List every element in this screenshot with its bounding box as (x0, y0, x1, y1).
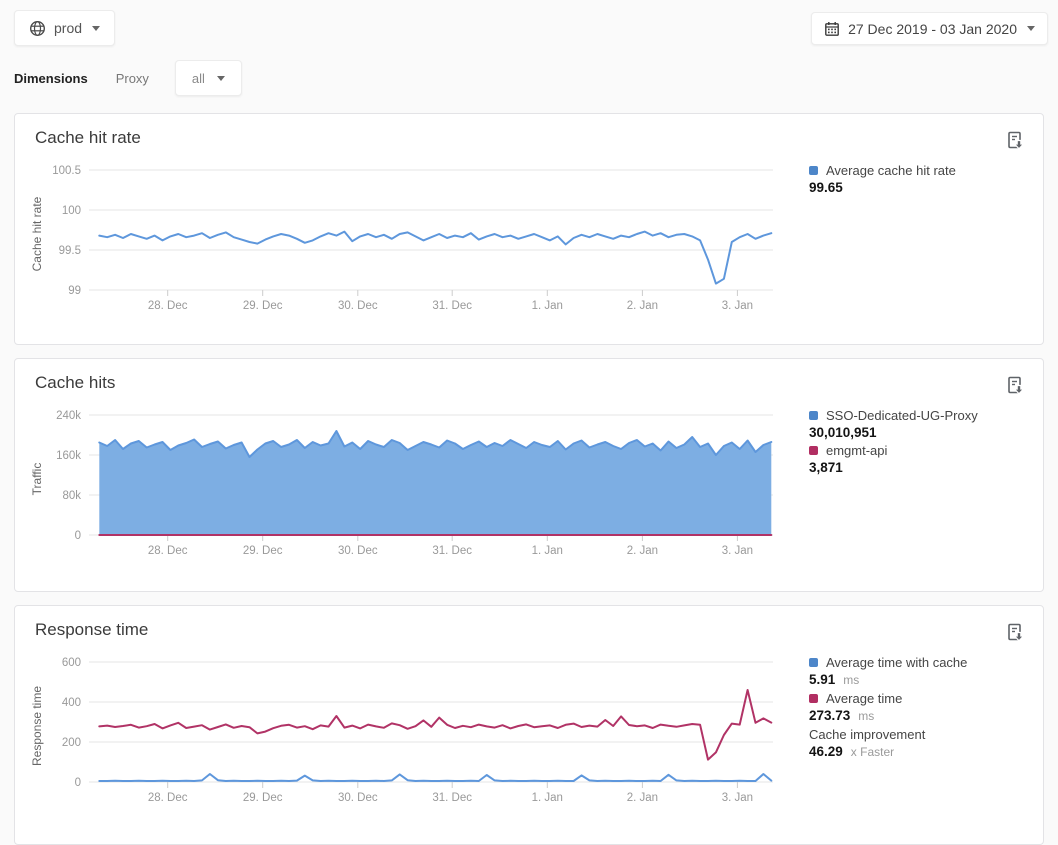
legend-value: 273.73 (809, 708, 850, 723)
svg-text:100: 100 (62, 205, 81, 217)
chevron-down-icon (92, 26, 100, 31)
legend-unit: ms (858, 709, 874, 723)
svg-text:30. Dec: 30. Dec (338, 545, 378, 557)
cache-hits-chart[interactable]: 240k 160k 80k 0 28. Dec 29. Dec 30. Dec 31. Dec… (15, 407, 795, 559)
svg-text:1. Jan: 1. Jan (532, 545, 563, 557)
legend-label: Cache improvement (809, 726, 925, 743)
legend-swatch (809, 411, 818, 420)
cache-hits-panel: Cache hits 240k 160k 80k 0 28. Dec 29. Dec 30.… (14, 358, 1044, 592)
legend-entry: Average cache hit rate 99.65 (809, 162, 1035, 196)
panel-title: Cache hit rate (35, 128, 141, 148)
proxy-filter-select[interactable]: all (175, 60, 242, 96)
legend-swatch (809, 694, 818, 703)
svg-text:160k: 160k (56, 450, 81, 462)
proxy-filter-label: Proxy (116, 71, 149, 86)
legend-entry: SSO-Dedicated-UG-Proxy 30,010,951 (809, 407, 1035, 441)
date-range-label: 27 Dec 2019 - 03 Jan 2020 (848, 21, 1017, 37)
response-time-panel: Response time 600 400 200 0 28. Dec 29. Dec 30… (14, 605, 1044, 845)
legend-label: emgmt-api (826, 442, 887, 459)
chevron-down-icon (1027, 26, 1035, 31)
proxy-filter-value: all (192, 71, 205, 86)
svg-text:80k: 80k (62, 490, 81, 502)
svg-text:28. Dec: 28. Dec (148, 545, 188, 557)
svg-text:Traffic: Traffic (30, 463, 44, 496)
legend-value: 30,010,951 (809, 425, 877, 440)
svg-text:30. Dec: 30. Dec (338, 792, 378, 804)
dimensions-label: Dimensions (14, 71, 88, 86)
svg-text:29. Dec: 29. Dec (243, 792, 283, 804)
filter-bar: Dimensions Proxy all (14, 60, 242, 96)
legend-label: Average time with cache (826, 654, 967, 671)
legend-unit: ms (843, 673, 859, 687)
cache-hit-rate-panel: Cache hit rate 100.5 100 99.5 99 28. Dec 29. … (14, 113, 1044, 345)
calendar-icon (824, 21, 840, 37)
legend-value: 99.65 (809, 180, 843, 195)
svg-text:29. Dec: 29. Dec (243, 300, 283, 312)
svg-text:30. Dec: 30. Dec (338, 300, 378, 312)
svg-text:1. Jan: 1. Jan (532, 792, 563, 804)
legend-label: Average time (826, 690, 902, 707)
download-report-icon[interactable] (1005, 375, 1027, 397)
panel-title: Response time (35, 620, 148, 640)
globe-icon (29, 20, 46, 37)
svg-text:2. Jan: 2. Jan (627, 792, 658, 804)
legend-unit: x Faster (851, 745, 894, 759)
svg-text:0: 0 (75, 777, 81, 789)
legend-entry: Average time with cache 5.91 ms (809, 654, 1035, 689)
svg-text:99: 99 (68, 285, 81, 297)
legend-value: 5.91 (809, 672, 835, 687)
svg-text:31. Dec: 31. Dec (432, 300, 472, 312)
download-report-icon[interactable] (1005, 130, 1027, 152)
svg-text:29. Dec: 29. Dec (243, 545, 283, 557)
environment-select[interactable]: prod (14, 10, 115, 46)
legend-swatch (809, 166, 818, 175)
chevron-down-icon (217, 76, 225, 81)
svg-text:2. Jan: 2. Jan (627, 300, 658, 312)
environment-label: prod (54, 20, 82, 36)
date-range-select[interactable]: 27 Dec 2019 - 03 Jan 2020 (811, 12, 1048, 45)
svg-text:3. Jan: 3. Jan (722, 792, 753, 804)
svg-text:1. Jan: 1. Jan (532, 300, 563, 312)
svg-text:99.5: 99.5 (59, 245, 81, 257)
legend-value: 46.29 (809, 744, 843, 759)
legend-label: SSO-Dedicated-UG-Proxy (826, 407, 978, 424)
panel-title: Cache hits (35, 373, 115, 393)
legend-value: 3,871 (809, 460, 843, 475)
svg-text:240k: 240k (56, 410, 81, 422)
svg-text:600: 600 (62, 657, 81, 669)
svg-text:Cache hit rate: Cache hit rate (30, 196, 44, 271)
svg-text:31. Dec: 31. Dec (432, 545, 472, 557)
chart-legend: Average cache hit rate 99.65 (809, 162, 1035, 197)
svg-text:28. Dec: 28. Dec (148, 300, 188, 312)
legend-label: Average cache hit rate (826, 162, 956, 179)
legend-entry: emgmt-api 3,871 (809, 442, 1035, 476)
legend-entry: Average time 273.73 ms (809, 690, 1035, 725)
svg-text:100.5: 100.5 (52, 165, 81, 177)
download-report-icon[interactable] (1005, 622, 1027, 644)
legend-swatch (809, 658, 818, 667)
chart-legend: SSO-Dedicated-UG-Proxy 30,010,951 emgmt-… (809, 407, 1035, 477)
response-time-chart[interactable]: 600 400 200 0 28. Dec 29. Dec 30. Dec 31. Dec 1.… (15, 654, 795, 806)
legend-entry: Cache improvement 46.29 x Faster (809, 726, 1035, 761)
svg-text:400: 400 (62, 697, 81, 709)
svg-text:200: 200 (62, 737, 81, 749)
svg-text:3. Jan: 3. Jan (722, 545, 753, 557)
legend-swatch (809, 446, 818, 455)
svg-text:28. Dec: 28. Dec (148, 792, 188, 804)
svg-text:0: 0 (75, 530, 81, 542)
cache-hit-rate-chart[interactable]: 100.5 100 99.5 99 28. Dec 29. Dec 30. Dec 31. D… (15, 162, 795, 314)
svg-text:3. Jan: 3. Jan (722, 300, 753, 312)
svg-text:31. Dec: 31. Dec (432, 792, 472, 804)
svg-text:Response time: Response time (30, 686, 44, 766)
svg-text:2. Jan: 2. Jan (627, 545, 658, 557)
chart-legend: Average time with cache 5.91 ms Average t… (809, 654, 1035, 762)
